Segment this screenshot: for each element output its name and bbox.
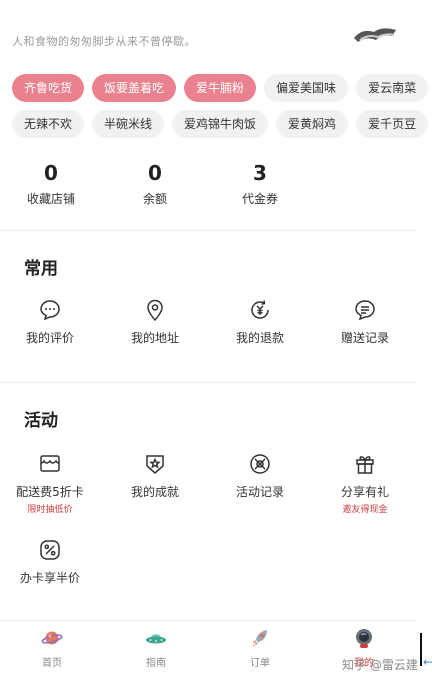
account-stats: 0 收藏店铺 0 余额 3 代金券 [0,160,416,220]
tab-label: 首页 [42,658,62,669]
location-pin-icon [147,299,163,322]
taste-tag[interactable]: 爱鸡锦牛肉饭 [172,110,269,138]
stat-value: 3 [253,161,267,185]
common-item-label: 赠送记录 [340,331,389,345]
delivery-card-icon [40,455,60,472]
stat-label: 代金券 [241,192,278,206]
avatar[interactable] [352,24,400,46]
stat-saved-shops[interactable]: 0 收藏店铺 [11,160,91,207]
taste-tag[interactable]: 半碗米线 [92,110,165,138]
taste-tag[interactable]: 无辣不欢 [12,110,85,138]
taste-tag[interactable]: 爱云南菜 [356,74,429,102]
arrow-left-icon: ← [423,655,432,669]
section-title-common: 常用 [24,259,58,279]
profile-tagline: 人和食物的匆匆脚步从来不曾停歇。 [12,35,196,48]
taste-tag[interactable]: 爱千页豆 [356,110,429,138]
activity-item-delivery-card[interactable]: 配送费5折卡 限时抽低价 [0,452,102,515]
stat-value: 0 [44,161,58,185]
rocket-icon [252,630,267,647]
taste-tags-row-2: 无辣不欢 半碗米线 爱鸡锦牛肉饭 爱黄焖鸡 爱千页豆 [12,110,429,138]
common-item-reviews[interactable]: 我的评价 [0,298,102,346]
ufo-icon [146,634,166,644]
common-item-refund[interactable]: 我的退款 [208,298,312,346]
tab-label: 指南 [146,658,166,669]
divider [0,382,416,383]
medal-icon [146,455,164,474]
activity-item-label: 活动记录 [235,485,284,499]
tab-guide[interactable]: 指南 [104,627,208,669]
activity-item-sublabel: 邀友得现金 [342,505,388,515]
bottom-tab-bar: 首页 指南 订单 我的 [0,620,416,684]
section-title-activity: 活动 [24,411,58,431]
taste-tag[interactable]: 爱黄焖鸡 [276,110,349,138]
percent-icon [40,540,60,560]
profile-header: 人和食物的匆匆脚步从来不曾停歇。 [0,0,432,62]
activity-item-label: 配送费5折卡 [16,485,84,499]
taste-tag[interactable]: 饭要盖着吃 [92,74,177,102]
common-item-address[interactable]: 我的地址 [103,298,207,346]
taste-tag[interactable]: 偏爱美国味 [264,74,349,102]
activity-item-records[interactable]: 活动记录 [208,452,312,500]
tab-label: 订单 [250,658,270,669]
activity-item-share[interactable]: 分享有礼 邀友得现金 [313,452,417,515]
common-item-label: 我的退款 [235,331,284,345]
gift-record-icon [355,300,375,321]
activity-item-sublabel: 限时抽低价 [27,505,73,515]
stat-vouchers[interactable]: 3 代金券 [220,160,300,207]
divider [0,230,416,231]
stat-value: 0 [148,161,162,185]
taste-tags-row-1: 齐鲁吃货 饭要盖着吃 爱牛腩粉 偏爱美国味 爱云南菜 [12,74,429,102]
activity-item-half-price-card[interactable]: 办卡享半价 [0,538,102,586]
activity-item-label: 分享有礼 [340,485,389,499]
comment-icon [40,300,60,321]
text-cursor [420,633,422,666]
stat-balance[interactable]: 0 余额 [115,160,195,207]
activity-item-label: 办卡享半价 [19,571,80,585]
common-item-label: 我的评价 [25,331,74,345]
gift-box-icon [356,456,374,474]
taste-tag[interactable]: 齐鲁吃货 [12,74,85,102]
activity-item-achievements[interactable]: 我的成就 [103,452,207,500]
activity-item-label: 我的成就 [130,485,179,499]
stat-label: 收藏店铺 [26,192,75,206]
source-watermark: 知乎 @雷云建 [342,658,418,672]
astronaut-icon [356,629,372,648]
activity-record-icon [250,454,270,474]
common-item-label: 我的地址 [130,331,179,345]
tab-orders[interactable]: 订单 [208,627,312,669]
tab-home[interactable]: 首页 [0,627,104,669]
stat-label: 余额 [142,192,167,206]
planet-icon [41,631,63,645]
refund-yuan-icon [251,300,269,319]
common-item-gift-records[interactable]: 赠送记录 [313,298,417,346]
taste-tag[interactable]: 爱牛腩粉 [184,74,257,102]
